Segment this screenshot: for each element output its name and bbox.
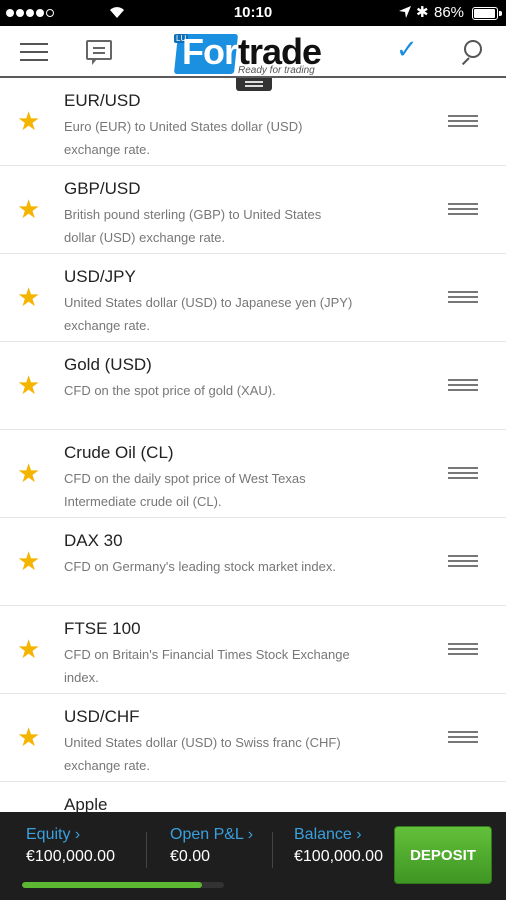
instrument-row[interactable]: USD/JPY ★ United States dollar (USD) to Ja… [0,254,506,342]
instrument-row[interactable]: FTSE 100 ★ CFD on Britain's Financial Time… [0,606,506,694]
instrument-description: United States dollar (USD) to Swiss fran… [64,735,341,773]
drag-handle-icon[interactable] [448,467,478,479]
pull-down-handle[interactable] [236,78,272,91]
instrument-row[interactable]: Crude Oil (CL) ★ CFD on the daily spot pri… [0,430,506,518]
divider [146,832,147,868]
favorite-star-icon[interactable]: ★ [17,724,40,750]
instrument-description: Euro (EUR) to United States dollar (USD)… [64,119,303,157]
instrument-row[interactable]: GBP/USD ★ British pound sterling (GBP) to … [0,166,506,254]
chevron-right-icon: › [356,826,362,843]
status-bar: 10:10 ✱ 86% [0,0,506,26]
instrument-name: Gold (USD) [64,355,152,374]
favorite-star-icon[interactable]: ★ [17,548,40,574]
equity-label: Equity [26,826,71,843]
favorite-star-icon[interactable]: ★ [17,108,40,134]
instrument-description: CFD on the daily spot price of West Texa… [64,471,306,509]
balance-label: Balance [294,826,352,843]
battery-icon [472,7,502,20]
balance-value: €100,000.00 [294,848,383,865]
fortrade-logo: LU For trade Ready for trading [173,31,336,76]
chevron-right-icon: › [74,826,81,843]
instrument-name: GBP/USD [64,179,141,198]
instrument-name: Crude Oil (CL) [64,443,174,462]
location-arrow-icon [398,5,412,23]
drag-handle-icon[interactable] [448,203,478,215]
done-check-icon[interactable]: ✓ [396,34,418,65]
drag-handle-icon[interactable] [448,731,478,743]
open-pnl-value: €0.00 [170,848,211,865]
bluetooth-icon: ✱ [416,4,429,21]
instrument-description: CFD on the spot price of gold (XAU). [64,383,276,398]
chat-icon[interactable] [86,40,112,65]
instrument-list: EUR/USD ★ Euro (EUR) to United States doll… [0,78,506,822]
menu-icon[interactable] [20,43,48,63]
favorite-star-icon[interactable]: ★ [17,372,40,398]
app-header: LU For trade Ready for trading ✓ [0,26,506,78]
account-summary-bar: Equity › €100,000.00 Open P&L › €0.00 Ba… [0,812,506,900]
search-icon[interactable] [460,40,482,66]
favorite-star-icon[interactable]: ★ [17,284,40,310]
drag-handle-icon[interactable] [448,115,478,127]
instrument-row[interactable]: USD/CHF ★ United States dollar (USD) to Sw… [0,694,506,782]
deposit-button[interactable]: DEPOSIT [394,826,492,884]
favorite-star-icon[interactable]: ★ [17,460,40,486]
balance-section[interactable]: Balance › €100,000.00 [294,826,384,866]
drag-handle-icon[interactable] [448,555,478,567]
favorite-star-icon[interactable]: ★ [17,636,40,662]
instrument-name: EUR/USD [64,91,141,110]
drag-handle-icon[interactable] [448,291,478,303]
instrument-description: CFD on Britain's Financial Times Stock E… [64,647,350,685]
instrument-name: USD/JPY [64,267,136,286]
instrument-name: USD/CHF [64,707,140,726]
battery-percent: 86% [434,4,465,21]
instrument-name: FTSE 100 [64,619,141,638]
instrument-row[interactable]: DAX 30 ★ CFD on Germany's leading stock ma… [0,518,506,606]
drag-handle-icon[interactable] [448,643,478,655]
instrument-name: DAX 30 [64,531,123,550]
margin-progress-bar [22,882,224,888]
equity-section[interactable]: Equity › €100,000.00 [26,826,115,866]
favorite-star-icon[interactable]: ★ [17,196,40,222]
open-pnl-label: Open P&L [170,826,244,843]
instrument-row[interactable]: EUR/USD ★ Euro (EUR) to United States doll… [0,78,506,166]
divider [272,832,273,868]
instrument-description: United States dollar (USD) to Japanese y… [64,295,353,333]
status-time: 10:10 [233,4,273,21]
equity-value: €100,000.00 [26,848,115,865]
drag-handle-icon[interactable] [448,379,478,391]
instrument-row[interactable]: Gold (USD) ★ CFD on the spot price of gold… [0,342,506,430]
open-pnl-section[interactable]: Open P&L › €0.00 [170,826,253,866]
instrument-description: CFD on Germany's leading stock market in… [64,559,336,574]
instrument-description: British pound sterling (GBP) to United S… [64,207,322,245]
chevron-right-icon: › [247,826,254,843]
